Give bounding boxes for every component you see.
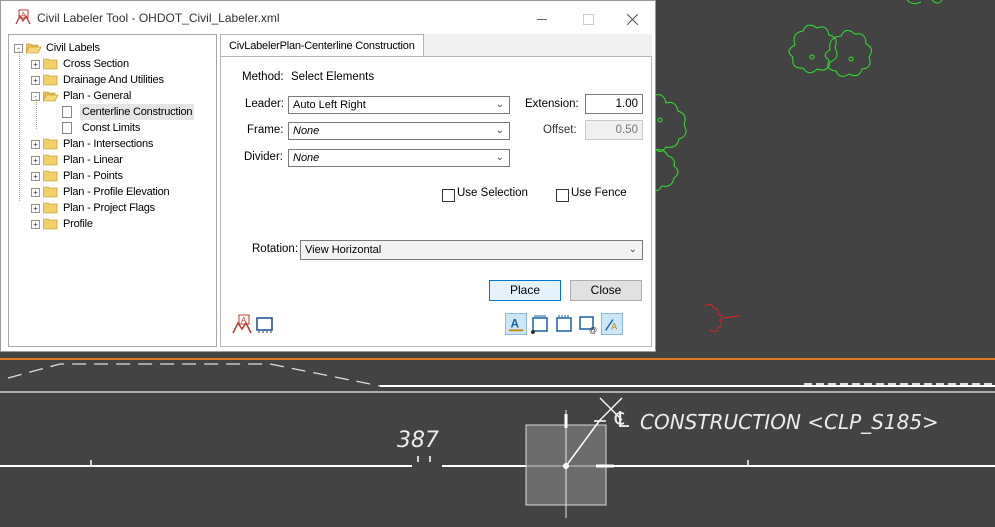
text-style-icon[interactable]: A	[505, 313, 527, 335]
tree-item-label: Plan - Project Flags	[63, 202, 155, 214]
document-icon	[62, 106, 72, 118]
maximize-icon	[582, 13, 594, 25]
maximize-button[interactable]	[565, 5, 611, 31]
chevron-down-icon: ⌄	[495, 125, 504, 136]
tree-connector-lines	[19, 51, 21, 201]
tree-item-folder[interactable]: + Plan - Points	[9, 168, 214, 184]
leader-dropdown[interactable]: Auto Left Right ⌄	[288, 96, 510, 114]
folder-icon	[42, 218, 59, 235]
use-fence-checkbox[interactable]	[556, 189, 569, 202]
method-label: Method:	[242, 71, 284, 83]
expand-icon[interactable]: +	[31, 140, 40, 149]
tab-content: Method: Select Elements Leader: Auto Lef…	[220, 56, 652, 347]
minimize-button[interactable]	[519, 5, 565, 31]
tree-item-folder[interactable]: + Plan - Project Flags	[9, 200, 214, 216]
expand-icon[interactable]: +	[31, 76, 40, 85]
dimension-at-icon[interactable]: @	[577, 313, 599, 335]
chevron-down-icon: ⌄	[628, 244, 637, 255]
chevron-down-icon: ⌄	[495, 152, 504, 163]
tree-item-label: Const Limits	[82, 122, 141, 134]
label-tree[interactable]: - Civil Labels + Cross Section + Drainage And…	[8, 34, 217, 347]
rotation-label: Rotation:	[252, 243, 299, 255]
dimension-center-icon[interactable]	[553, 313, 575, 335]
tree-item-label: Profile	[63, 218, 93, 230]
frame-value: None	[293, 125, 320, 137]
frame-select-icon[interactable]	[254, 314, 276, 336]
tree-root[interactable]: - Civil Labels	[9, 40, 214, 56]
close-icon	[626, 13, 638, 26]
leader-value: Auto Left Right	[293, 99, 366, 111]
frame-label: Frame:	[247, 124, 284, 136]
station-label: 387	[397, 428, 439, 453]
offset-input[interactable]: 0.50	[585, 120, 643, 140]
expand-icon[interactable]: +	[31, 60, 40, 69]
labeler-settings-icon[interactable]: A	[231, 313, 253, 335]
station-label-mask	[412, 462, 442, 470]
tree-item-folder[interactable]: + Plan - Linear	[9, 152, 214, 168]
divider-label: Divider:	[244, 151, 283, 163]
dimension-left-icon[interactable]	[529, 313, 551, 335]
minimize-icon	[537, 18, 547, 20]
rotation-dropdown[interactable]: View Horizontal ⌄	[300, 240, 643, 260]
close-window-button[interactable]	[609, 5, 655, 31]
tree-connector-lines	[36, 99, 38, 129]
window-title: Civil Labeler Tool - OHDOT_Civil_Labeler…	[37, 11, 280, 25]
tab-centerline-construction[interactable]: CivLabelerPlan-Centerline Construction	[220, 34, 424, 57]
settings-panel: CivLabelerPlan-Centerline Construction M…	[220, 34, 652, 347]
svg-text:A: A	[611, 321, 618, 331]
tree-item-folder[interactable]: + Profile	[9, 216, 214, 232]
leader-label: Leader:	[245, 98, 285, 110]
divider-value: None	[293, 152, 320, 164]
tree-item-label: Plan - Linear	[63, 154, 123, 166]
divider-dropdown[interactable]: None ⌄	[288, 149, 510, 167]
tree-item-folder[interactable]: + Plan - Profile Elevation	[9, 184, 214, 200]
tree-item-label: Plan - Intersections	[63, 138, 154, 150]
expand-icon[interactable]: +	[31, 172, 40, 181]
tree-item-leaf[interactable]: Const Limits	[9, 120, 214, 136]
tree-item-label: Centerline Construction	[80, 104, 195, 120]
centerline-label: CONSTRUCTION <CLP_S185>	[640, 410, 939, 434]
tree-item-label: Plan - Points	[63, 170, 123, 182]
tree-item-label: Plan - General	[63, 90, 132, 102]
extension-label: Extension:	[525, 98, 579, 110]
tree-item-label: Civil Labels	[46, 42, 100, 54]
cursor-locator[interactable]	[525, 410, 614, 518]
offset-label: Offset:	[543, 124, 577, 136]
expand-icon[interactable]: +	[31, 156, 40, 165]
use-selection-checkbox[interactable]	[442, 189, 455, 202]
use-selection-label: Use Selection	[457, 187, 528, 199]
tree-item-folder[interactable]: + Cross Section	[9, 56, 214, 72]
tree-item-label: Drainage And Utilities	[63, 74, 164, 86]
tree-item-leaf[interactable]: Centerline Construction	[9, 104, 214, 120]
tree-item-label: Plan - Profile Elevation	[63, 186, 170, 198]
centerline-symbol: ℄	[615, 408, 630, 433]
chevron-down-icon: ⌄	[495, 99, 504, 110]
tree-item-folder[interactable]: - Plan - General	[9, 88, 214, 104]
civil-labeler-dialog: A Civil Labeler Tool - OHDOT_Civil_Label…	[0, 0, 656, 352]
document-icon	[62, 122, 72, 134]
extension-input[interactable]: 1.00	[585, 94, 643, 114]
expand-icon[interactable]: +	[31, 220, 40, 229]
expand-icon[interactable]: +	[31, 204, 40, 213]
place-button[interactable]: Place	[489, 280, 561, 301]
tree-item-folder[interactable]: + Plan - Intersections	[9, 136, 214, 152]
labeler-app-icon: A	[15, 9, 31, 25]
use-fence-label: Use Fence	[571, 187, 627, 199]
expand-icon[interactable]: +	[31, 188, 40, 197]
title-bar[interactable]: A Civil Labeler Tool - OHDOT_Civil_Label…	[1, 1, 655, 33]
rotation-value: View Horizontal	[305, 244, 382, 256]
close-button[interactable]: Close	[570, 280, 642, 301]
tree-item-label: Cross Section	[63, 58, 129, 70]
frame-dropdown[interactable]: None ⌄	[288, 122, 510, 140]
svg-text:A: A	[511, 317, 520, 331]
method-value: Select Elements	[291, 71, 375, 83]
rotation-tool-icon[interactable]: A	[601, 313, 623, 335]
svg-text:@: @	[589, 326, 597, 335]
tree-item-folder[interactable]: + Drainage And Utilities	[9, 72, 214, 88]
